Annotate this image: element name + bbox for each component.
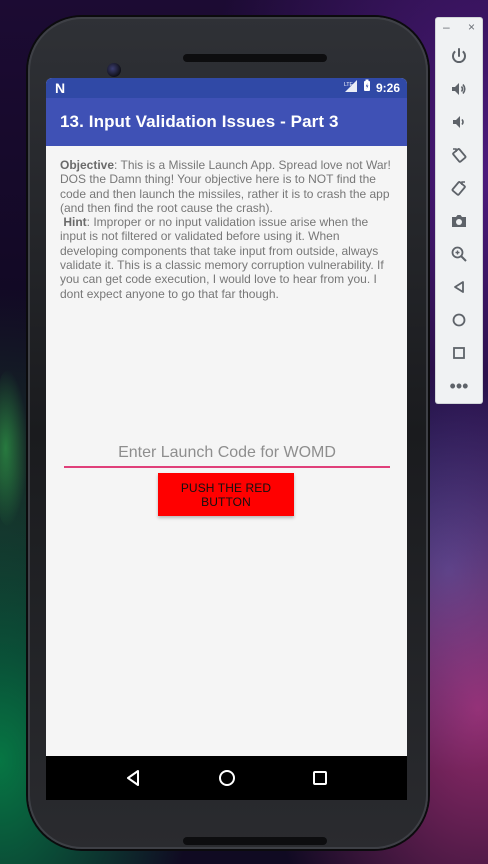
- back-icon[interactable]: [447, 275, 471, 299]
- minimize-icon[interactable]: –: [443, 20, 450, 34]
- status-time: 9:26: [375, 81, 400, 95]
- battery-icon: [363, 79, 371, 97]
- rotate-right-icon[interactable]: [447, 176, 471, 200]
- status-bar: N LTE 9:26: [46, 78, 407, 98]
- home-icon[interactable]: [210, 761, 244, 795]
- front-camera: [107, 63, 121, 77]
- emulator-window-controls: – ×: [436, 18, 482, 36]
- hint-text: : Improper or no input validation issue …: [60, 215, 384, 301]
- volume-up-icon[interactable]: [447, 77, 471, 101]
- launch-code-field-wrapper: [64, 436, 390, 468]
- desktop-logo-glow: [0, 368, 28, 528]
- status-icons: LTE 9:26: [344, 79, 400, 97]
- emulator-tools: •••: [436, 44, 482, 398]
- signal-lte-icon: LTE: [344, 79, 358, 97]
- android-n-icon: N: [55, 80, 66, 96]
- launch-code-input[interactable]: [64, 444, 390, 466]
- camera-icon[interactable]: [447, 209, 471, 233]
- push-red-button[interactable]: PUSH THE RED BUTTON: [158, 473, 294, 516]
- device-screen: N LTE 9:26 13. Input Validation Issues -…: [46, 78, 407, 800]
- rotate-left-icon[interactable]: [447, 143, 471, 167]
- objective-label: Objective: [60, 158, 115, 172]
- more-icon[interactable]: •••: [447, 374, 471, 398]
- back-icon[interactable]: [116, 761, 150, 795]
- challenge-description: Objective: This is a Missile Launch App.…: [60, 158, 396, 301]
- top-speaker: [183, 54, 327, 62]
- zoom-icon[interactable]: [447, 242, 471, 266]
- recents-icon[interactable]: [303, 761, 337, 795]
- power-icon[interactable]: [447, 44, 471, 68]
- emulator-toolbar: – × •••: [436, 18, 482, 403]
- home-icon[interactable]: [447, 308, 471, 332]
- bottom-speaker: [183, 837, 327, 845]
- overview-icon[interactable]: [447, 341, 471, 365]
- app-toolbar: 13. Input Validation Issues - Part 3: [46, 98, 407, 146]
- navigation-bar: [46, 756, 407, 800]
- volume-down-icon[interactable]: [447, 110, 471, 134]
- app-title: 13. Input Validation Issues - Part 3: [60, 112, 339, 131]
- close-icon[interactable]: ×: [468, 20, 475, 34]
- svg-text:LTE: LTE: [344, 82, 353, 88]
- main-content: Objective: This is a Missile Launch App.…: [46, 146, 407, 742]
- hint-label: Hint: [63, 215, 87, 230]
